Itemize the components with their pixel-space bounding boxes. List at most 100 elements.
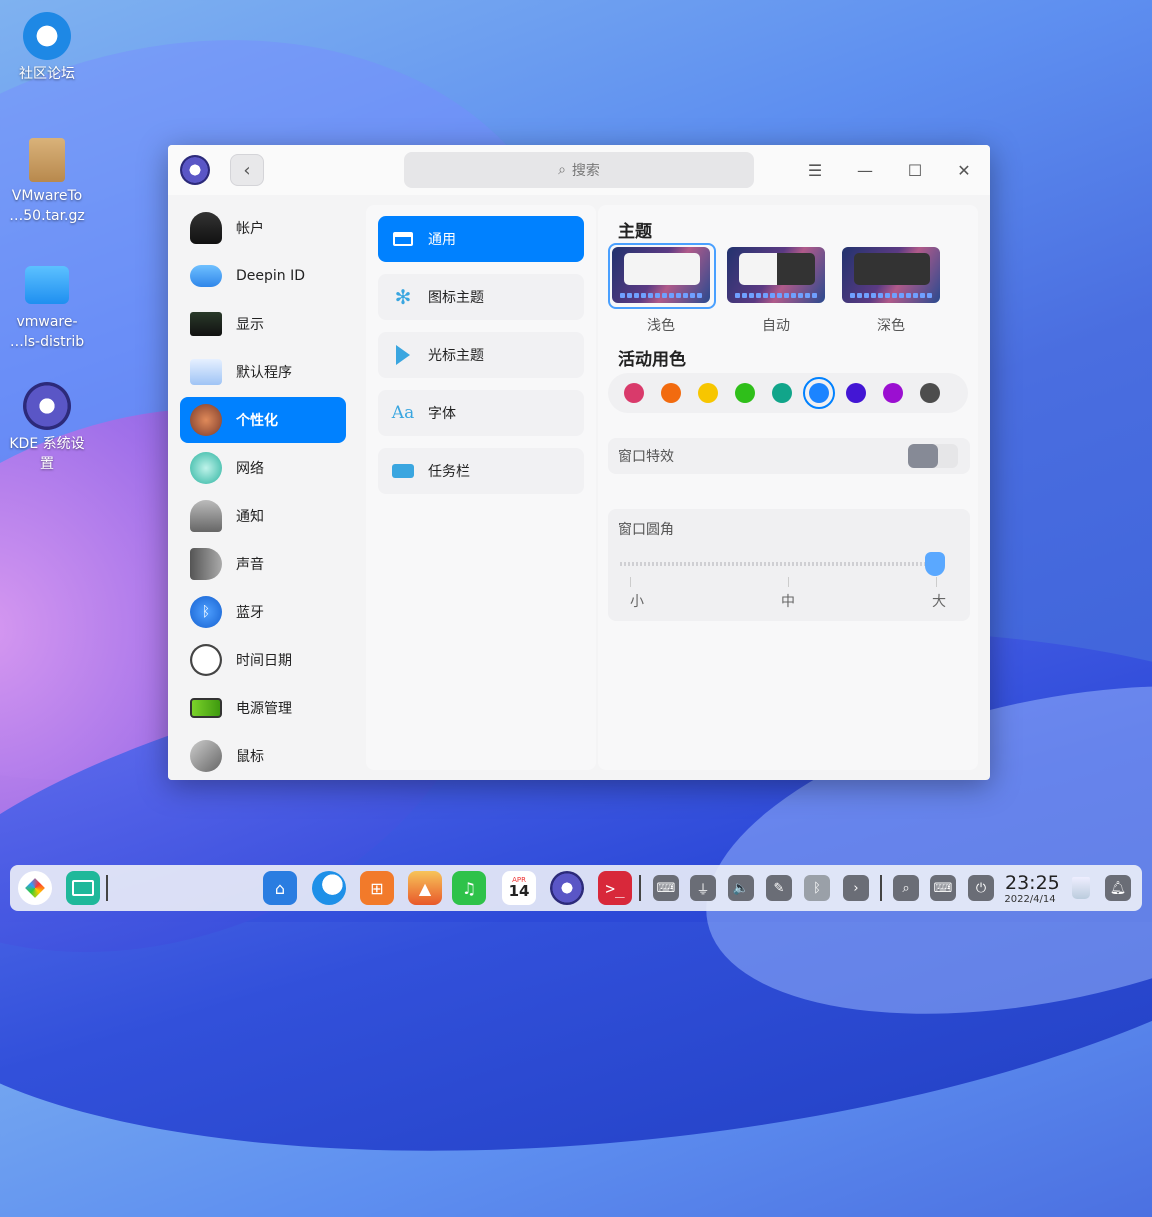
volume-icon[interactable]: 🔈 xyxy=(728,875,754,901)
multitask-icon[interactable] xyxy=(66,871,100,905)
theme-auto[interactable] xyxy=(727,247,825,303)
bluetooth-icon[interactable]: ᛒ xyxy=(804,875,830,901)
theme-preview-dock xyxy=(844,293,938,300)
desktop-icon-label: VMwareTo …50.tar.gz xyxy=(9,188,85,224)
sidebar-item-account[interactable]: 帐户 xyxy=(180,205,346,251)
taskbar-icon xyxy=(392,460,414,482)
onboard-keyboard-icon[interactable]: ⌨ xyxy=(930,875,956,901)
bell-icon xyxy=(190,500,222,532)
theme-preview-dock xyxy=(729,293,823,300)
subnav-item-taskbar[interactable]: 任务栏 xyxy=(378,448,584,494)
sidebar-item-bluetooth[interactable]: ᛒ 蓝牙 xyxy=(180,589,346,635)
sidebar-item-sound[interactable]: 声音 xyxy=(180,541,346,587)
window-effect-switch[interactable] xyxy=(908,444,958,468)
sidebar-item-personalization[interactable]: 个性化 xyxy=(180,397,346,443)
sidebar-item-datetime[interactable]: 时间日期 xyxy=(180,637,346,683)
trash-icon[interactable] xyxy=(1064,871,1098,905)
subnav-item-label: 图标主题 xyxy=(428,290,484,306)
sidebar-item-label: 时间日期 xyxy=(236,653,292,669)
personalization-icon xyxy=(190,404,222,436)
notification-bell-icon[interactable]: 🔔︎ xyxy=(1105,875,1131,901)
theme-label: 浅色 xyxy=(647,318,675,334)
calendar-day: 14 xyxy=(508,882,530,900)
sidebar-item-mouse[interactable]: 鼠标 xyxy=(180,733,346,779)
file-manager-icon[interactable]: ⌂ xyxy=(263,871,297,905)
theme-light[interactable] xyxy=(612,247,710,303)
accent-color-swatch[interactable] xyxy=(661,383,681,403)
desktop-icon-kde-settings[interactable]: KDE 系统设 置 xyxy=(2,382,92,474)
close-button[interactable]: ✕ xyxy=(949,155,979,185)
search-input[interactable]: ⌕ 搜索 xyxy=(404,152,754,188)
subnav-item-font[interactable]: Aa 字体 xyxy=(378,390,584,436)
accent-color-swatch[interactable] xyxy=(920,383,940,403)
accent-color-swatch[interactable] xyxy=(735,383,755,403)
sidebar-item-label: 显示 xyxy=(236,317,264,333)
theme-dark[interactable] xyxy=(842,247,940,303)
minimize-icon: — xyxy=(857,160,873,180)
sidebar-item-display[interactable]: 显示 xyxy=(180,301,346,347)
desktop-icon-label: vmware- …ls-distrib xyxy=(9,314,85,350)
desktop-icon-folder[interactable]: vmware- …ls-distrib xyxy=(2,262,92,352)
accent-color-swatch[interactable] xyxy=(809,383,829,403)
terminal-icon[interactable]: >_ xyxy=(598,871,632,905)
desktop-icon-label: 社区论坛 xyxy=(19,66,75,82)
usb-icon[interactable]: ⏚ xyxy=(690,875,716,901)
deepin-forum-icon xyxy=(23,12,71,60)
sidebar-item-notification[interactable]: 通知 xyxy=(180,493,346,539)
sidebar-item-default-apps[interactable]: 默认程序 xyxy=(180,349,346,395)
menu-button[interactable]: ☰ xyxy=(800,155,830,185)
calendar-icon[interactable]: APR 14 xyxy=(502,871,536,905)
launcher-icon[interactable] xyxy=(18,871,52,905)
subnav-item-cursor-theme[interactable]: 光标主题 xyxy=(378,332,584,378)
slider-tick xyxy=(788,577,789,587)
pen-icon[interactable]: ✎ xyxy=(766,875,792,901)
sidebar-item-label: 通知 xyxy=(236,509,264,525)
search-placeholder: 搜索 xyxy=(571,163,600,179)
theme-label: 深色 xyxy=(877,318,905,334)
subnav-item-general[interactable]: 通用 xyxy=(378,216,584,262)
accent-color-swatch[interactable] xyxy=(883,383,903,403)
maximize-icon: ☐ xyxy=(907,160,923,180)
keyboard-icon[interactable]: ⌨ xyxy=(653,875,679,901)
sidebar-item-label: 声音 xyxy=(236,557,264,573)
desktop-icon-label: KDE 系统设 置 xyxy=(9,436,85,472)
image-viewer-icon[interactable]: ▲ xyxy=(408,871,442,905)
sidebar-item-label: 鼠标 xyxy=(236,749,264,765)
taskbar-separator xyxy=(639,875,641,901)
taskbar-separator xyxy=(106,875,108,901)
slider-handle[interactable] xyxy=(925,552,945,576)
window-icon xyxy=(392,228,414,250)
music-icon[interactable]: ♫ xyxy=(452,871,486,905)
accent-color-title: 活动用色 xyxy=(618,350,686,370)
back-button[interactable]: ‹ xyxy=(230,154,264,186)
search-icon[interactable]: ⌕ xyxy=(893,875,919,901)
minimize-button[interactable]: — xyxy=(850,155,880,185)
app-store-icon[interactable]: ⊞ xyxy=(360,871,394,905)
clock-time[interactable]: 23:25 xyxy=(1005,872,1060,894)
sidebar-item-network[interactable]: 网络 xyxy=(180,445,346,491)
general-settings-panel: 主题 浅色 自动 深色 活动用色 窗口特效 窗口圆角 小 中 大 xyxy=(598,205,978,770)
accent-color-swatch[interactable] xyxy=(772,383,792,403)
power-icon[interactable]: ⏻ xyxy=(968,875,994,901)
subnav-item-icon-theme[interactable]: ✻ 图标主题 xyxy=(378,274,584,320)
desktop-icon-archive[interactable]: VMwareTo …50.tar.gz xyxy=(2,138,92,226)
maximize-button[interactable]: ☐ xyxy=(900,155,930,185)
sidebar-item-label: 帐户 xyxy=(236,221,264,237)
accent-color-swatch[interactable] xyxy=(698,383,718,403)
accent-color-swatch[interactable] xyxy=(846,383,866,403)
desktop-icon-forum[interactable]: 社区论坛 xyxy=(2,12,92,84)
accent-color-swatch[interactable] xyxy=(624,383,644,403)
slider-tick xyxy=(936,577,937,587)
theme-label: 自动 xyxy=(762,318,790,334)
slider-label-large: 大 xyxy=(932,594,946,610)
sidebar-item-deepin-id[interactable]: Deepin ID xyxy=(180,253,346,299)
sidebar-item-power[interactable]: 电源管理 xyxy=(180,685,346,731)
archive-icon xyxy=(29,138,65,182)
switch-knob xyxy=(908,444,938,468)
sidebar: 帐户 Deepin ID 显示 默认程序 个性化 网络 通知 声音 ᛒ 蓝牙 时间… xyxy=(168,195,356,780)
settings-icon[interactable] xyxy=(550,871,584,905)
settings-logo-icon xyxy=(180,155,210,185)
chevron-right-icon[interactable]: › xyxy=(843,875,869,901)
browser-icon[interactable] xyxy=(312,871,346,905)
window-corner-slider[interactable] xyxy=(620,562,938,566)
